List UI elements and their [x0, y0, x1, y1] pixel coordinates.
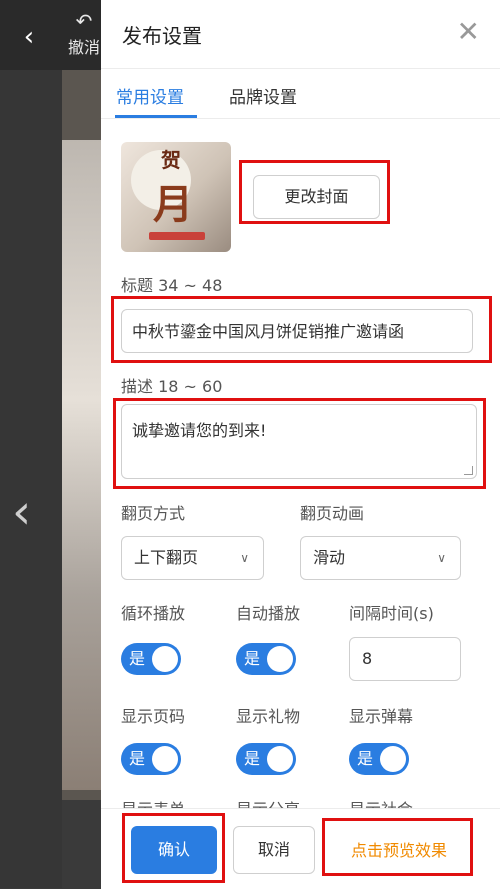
flip-animation-select[interactable]: 滑动 ∨ — [300, 536, 461, 580]
undo-icon: ↶ — [75, 9, 93, 33]
chevron-down-icon: ∨ — [240, 551, 249, 565]
page-preview-canvas — [62, 70, 102, 800]
loop-label: 循环播放 — [121, 604, 186, 623]
cancel-button[interactable]: 取消 — [233, 826, 315, 874]
description-textarea[interactable]: 诚挚邀请您的到来! — [121, 404, 477, 479]
back-arrow-icon[interactable]: ‹ — [14, 22, 44, 52]
preview-button[interactable]: 点击预览效果 — [329, 835, 469, 867]
flip-mode-label: 翻页方式 — [121, 504, 186, 523]
editor-side-area: ‹ — [0, 70, 62, 888]
interval-label: 间隔时间(s) — [349, 604, 434, 623]
flip-mode-select[interactable]: 上下翻页 ∨ — [121, 536, 264, 580]
show-page-number-label: 显示页码 — [121, 707, 186, 726]
tab-common-settings[interactable]: 常用设置 — [116, 83, 184, 108]
change-cover-button[interactable]: 更改封面 — [253, 175, 380, 219]
flip-animation-label: 翻页动画 — [300, 504, 365, 523]
active-tab-indicator — [115, 115, 197, 118]
autoplay-label: 自动播放 — [236, 604, 301, 623]
confirm-button[interactable]: 确认 — [131, 826, 217, 874]
previous-page-icon[interactable]: ‹ — [12, 488, 31, 536]
show-page-number-toggle[interactable]: 是 — [121, 743, 181, 775]
close-icon[interactable]: ✕ — [457, 18, 480, 46]
panel-header: 发布设置 ✕ — [101, 0, 500, 69]
loop-toggle[interactable]: 是 — [121, 643, 181, 675]
title-label: 标题 34 ~ 48 — [121, 276, 223, 295]
undo-label: 撤消 — [67, 38, 100, 57]
show-gift-label: 显示礼物 — [236, 707, 301, 726]
cover-thumbnail: 贺 月 — [121, 142, 231, 252]
show-danmaku-label: 显示弹幕 — [349, 707, 414, 726]
show-gift-toggle[interactable]: 是 — [236, 743, 296, 775]
autoplay-toggle[interactable]: 是 — [236, 643, 296, 675]
undo-button[interactable]: ↶ 撤消 — [62, 8, 106, 64]
description-label: 描述 18 ~ 60 — [121, 377, 223, 396]
title-input[interactable]: 中秋节鎏金中国风月饼促销推广邀请函 — [121, 309, 473, 353]
show-danmaku-toggle[interactable]: 是 — [349, 743, 409, 775]
resize-handle-icon[interactable] — [464, 466, 473, 475]
panel-footer: 确认 取消 点击预览效果 — [101, 808, 500, 889]
publish-settings-panel: 发布设置 ✕ 常用设置 品牌设置 贺 月 更改封面 标题 34 ~ 48 中秋节… — [101, 0, 500, 889]
description-text: 诚挚邀请您的到来! — [132, 421, 267, 440]
panel-title: 发布设置 — [122, 24, 202, 48]
interval-input[interactable]: 8 — [349, 637, 461, 681]
chevron-down-icon: ∨ — [437, 551, 446, 565]
settings-tabs: 常用设置 品牌设置 — [101, 68, 500, 119]
tab-brand-settings[interactable]: 品牌设置 — [229, 83, 297, 108]
